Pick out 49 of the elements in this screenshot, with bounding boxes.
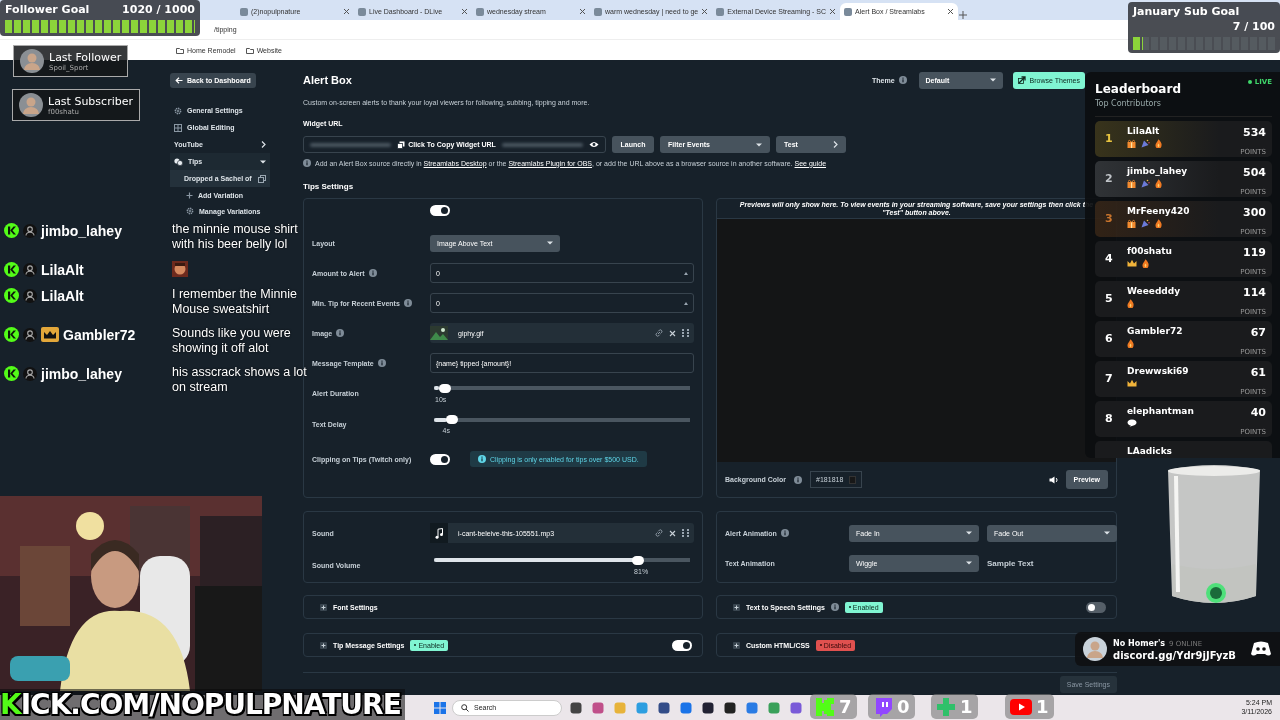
contributor-name: Weeedddy (1127, 286, 1182, 296)
contributor-name: LilaAlt (1127, 126, 1161, 136)
contributor-name: f00shatu (1127, 246, 1173, 256)
rank-number: 6 (1105, 332, 1114, 345)
points-value: 40 (1249, 406, 1266, 419)
viewer-counter: 1 (931, 694, 978, 719)
contributor-name: LAadicks (1127, 446, 1173, 456)
chat-username: LilaAlt (41, 261, 84, 278)
rank-number: 5 (1105, 292, 1114, 305)
chat-message: I remember the Minnie Mouse sweatshirt (172, 287, 299, 317)
contributor-name: Drewwski69 (1127, 366, 1190, 376)
leaderboard-subtitle: Top Contributors (1095, 99, 1162, 108)
chat-username: Gambler72 (63, 326, 136, 343)
points-value: 300 (1242, 206, 1266, 219)
chat-message: his asscrack shows a lot on stream (172, 365, 308, 395)
channel-banner: KICK.COM/NOPULPNATURE (0, 689, 405, 720)
chat-message: the minnie mouse shirt with his beer belly lol (172, 222, 299, 252)
rank-number: 4 (1105, 252, 1114, 265)
points-value: 534 (1242, 126, 1266, 139)
page-title: Alert Box (303, 74, 352, 86)
card-title: Last Subscriber (48, 94, 133, 108)
card-title: Last Follower (49, 50, 122, 64)
rank-number: 7 (1105, 372, 1114, 385)
contributor-name: elephantman (1127, 406, 1195, 416)
points-value: 119 (1242, 246, 1266, 259)
rank-number: 1 (1105, 132, 1114, 145)
goal-count: 7 / 100 (1231, 20, 1275, 33)
points-value: 504 (1242, 166, 1266, 179)
viewer-counter: 1 (1005, 694, 1054, 719)
contributor-name: MrFeeny420 (1127, 206, 1191, 216)
contributor-name: Gambler72 (1127, 326, 1184, 336)
contributor-name: jimbo_lahey (1127, 166, 1189, 176)
chat-message: Sounds like you were showing it off alot (172, 326, 292, 356)
goal-title: Follower Goal (5, 3, 90, 16)
viewer-counter: 0 (868, 694, 915, 719)
points-value: 61 (1249, 366, 1266, 379)
rank-number: 2 (1105, 172, 1114, 185)
viewer-counter: 7 (810, 694, 857, 719)
chat-username: jimbo_lahey (41, 365, 122, 382)
goal-count: 1020 / 1000 (122, 3, 195, 16)
chat-username: jimbo_lahey (41, 222, 122, 239)
points-value: 114 (1242, 286, 1266, 299)
goal-title: January Sub Goal (1133, 5, 1241, 18)
points-value: 67 (1249, 326, 1266, 339)
section-title: Tips Settings (303, 182, 355, 191)
chat-username: LilaAlt (41, 287, 84, 304)
sample-text: Sample Text (987, 558, 1035, 568)
rank-number: 8 (1105, 412, 1114, 425)
leaderboard-title: Leaderboard (1095, 82, 1181, 96)
